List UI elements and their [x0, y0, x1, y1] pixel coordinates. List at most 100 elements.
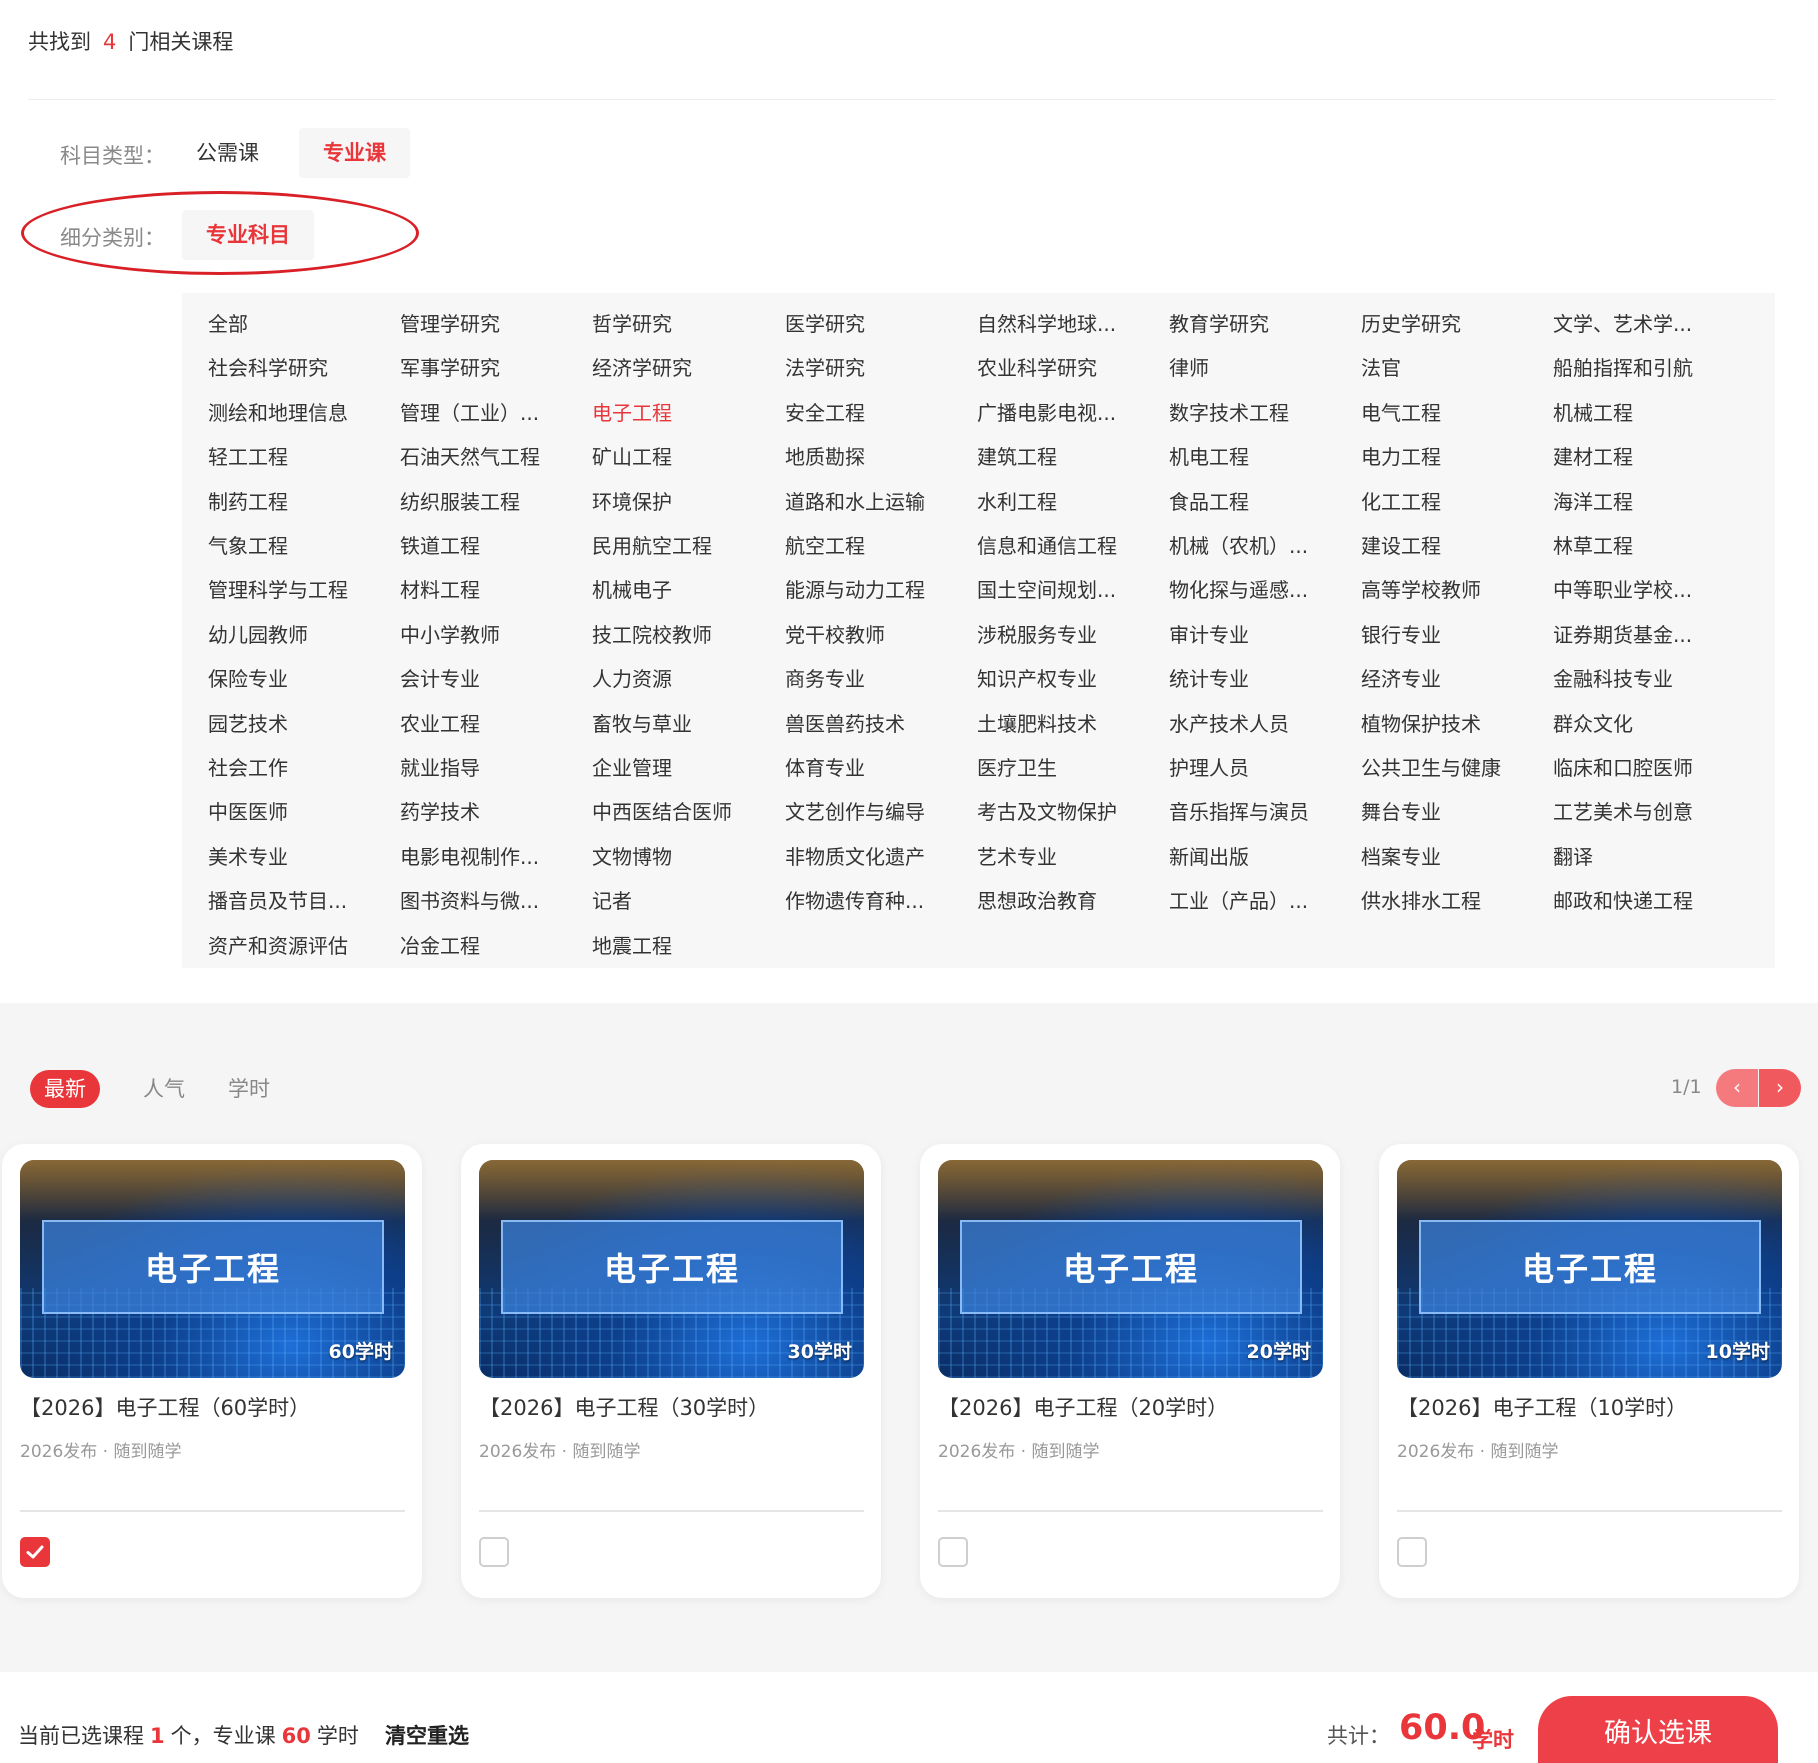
subject-option[interactable]: 幼儿园教师 — [208, 619, 368, 648]
course-title[interactable]: 【2026】电子工程（20学时） — [938, 1392, 1228, 1422]
subject-option[interactable]: 临床和口腔医师 — [1553, 752, 1713, 781]
subject-option[interactable]: 电气工程 — [1361, 397, 1521, 426]
subject-option[interactable]: 图书资料与微... — [400, 885, 560, 914]
subject-option[interactable]: 海洋工程 — [1553, 486, 1713, 515]
course-checkbox[interactable] — [20, 1537, 50, 1567]
subject-option[interactable]: 机械电子 — [592, 574, 752, 603]
subject-option[interactable]: 保险专业 — [208, 663, 368, 692]
subject-option[interactable]: 人力资源 — [592, 663, 752, 692]
subject-option[interactable]: 民用航空工程 — [592, 530, 752, 559]
subject-option[interactable]: 律师 — [1169, 352, 1329, 381]
subject-option[interactable]: 建筑工程 — [977, 441, 1137, 470]
course-card[interactable]: 电子工程 10学时 【2026】电子工程（10学时） 2026发布 · 随到随学 — [1379, 1144, 1799, 1598]
subject-option[interactable]: 艺术专业 — [977, 841, 1137, 870]
course-checkbox[interactable] — [479, 1537, 509, 1567]
subject-option[interactable]: 证券期货基金... — [1553, 619, 1713, 648]
subject-option[interactable]: 经济专业 — [1361, 663, 1521, 692]
subject-option[interactable]: 石油天然气工程 — [400, 441, 560, 470]
course-card[interactable]: 电子工程 30学时 【2026】电子工程（30学时） 2026发布 · 随到随学 — [461, 1144, 881, 1598]
subject-option[interactable]: 管理（工业）... — [400, 397, 560, 426]
subject-option[interactable]: 轻工工程 — [208, 441, 368, 470]
subject-option[interactable]: 气象工程 — [208, 530, 368, 559]
chip-public-course[interactable]: 公需课 — [172, 128, 283, 178]
subject-option[interactable]: 金融科技专业 — [1553, 663, 1713, 692]
chip-professional-course[interactable]: 专业课 — [299, 128, 410, 178]
subject-option[interactable]: 公共卫生与健康 — [1361, 752, 1521, 781]
pager-prev-button[interactable]: ‹ — [1716, 1069, 1758, 1107]
subject-option[interactable]: 工业（产品）... — [1169, 885, 1329, 914]
course-card[interactable]: 电子工程 60学时 【2026】电子工程（60学时） 2026发布 · 随到随学 — [2, 1144, 422, 1598]
confirm-selection-button[interactable]: 确认选课 — [1538, 1696, 1778, 1763]
subject-option[interactable]: 护理人员 — [1169, 752, 1329, 781]
subject-option[interactable]: 考古及文物保护 — [977, 796, 1137, 825]
subject-option[interactable]: 档案专业 — [1361, 841, 1521, 870]
subject-option[interactable]: 药学技术 — [400, 796, 560, 825]
sort-tab-popularity[interactable]: 人气 — [143, 1070, 185, 1108]
subject-option[interactable]: 建设工程 — [1361, 530, 1521, 559]
subject-option[interactable]: 体育专业 — [785, 752, 945, 781]
course-card[interactable]: 电子工程 20学时 【2026】电子工程（20学时） 2026发布 · 随到随学 — [920, 1144, 1340, 1598]
subject-option[interactable]: 水利工程 — [977, 486, 1137, 515]
subject-option[interactable]: 美术专业 — [208, 841, 368, 870]
subject-option[interactable]: 广播电影电视... — [977, 397, 1137, 426]
subject-option[interactable]: 电子工程 — [592, 397, 752, 426]
subject-option[interactable]: 商务专业 — [785, 663, 945, 692]
subject-option[interactable]: 邮政和快递工程 — [1553, 885, 1713, 914]
subject-option[interactable]: 管理科学与工程 — [208, 574, 368, 603]
sort-tab-hours[interactable]: 学时 — [228, 1070, 270, 1108]
subject-option[interactable]: 记者 — [592, 885, 752, 914]
subject-option[interactable]: 银行专业 — [1361, 619, 1521, 648]
subject-option[interactable]: 冶金工程 — [400, 930, 560, 959]
subject-option[interactable]: 农业科学研究 — [977, 352, 1137, 381]
subject-option[interactable]: 中医医师 — [208, 796, 368, 825]
subject-option[interactable]: 党干校教师 — [785, 619, 945, 648]
subject-option[interactable]: 机械工程 — [1553, 397, 1713, 426]
subject-option[interactable]: 播音员及节目... — [208, 885, 368, 914]
subject-option[interactable]: 资产和资源评估 — [208, 930, 368, 959]
subject-option[interactable]: 法官 — [1361, 352, 1521, 381]
subject-option[interactable]: 能源与动力工程 — [785, 574, 945, 603]
subject-option[interactable]: 经济学研究 — [592, 352, 752, 381]
subject-option[interactable]: 兽医兽药技术 — [785, 708, 945, 737]
subject-option[interactable]: 作物遗传育种... — [785, 885, 945, 914]
subject-option[interactable]: 中小学教师 — [400, 619, 560, 648]
subject-option[interactable]: 涉税服务专业 — [977, 619, 1137, 648]
subject-option[interactable]: 社会科学研究 — [208, 352, 368, 381]
subject-option[interactable]: 供水排水工程 — [1361, 885, 1521, 914]
subject-option[interactable]: 非物质文化遗产 — [785, 841, 945, 870]
subject-option[interactable]: 企业管理 — [592, 752, 752, 781]
course-title[interactable]: 【2026】电子工程（60学时） — [20, 1392, 310, 1422]
subject-option[interactable]: 测绘和地理信息 — [208, 397, 368, 426]
subject-option[interactable]: 技工院校教师 — [592, 619, 752, 648]
subject-option[interactable]: 社会工作 — [208, 752, 368, 781]
subject-option[interactable]: 审计专业 — [1169, 619, 1329, 648]
subject-option[interactable]: 军事学研究 — [400, 352, 560, 381]
subject-option[interactable]: 统计专业 — [1169, 663, 1329, 692]
subject-option[interactable]: 高等学校教师 — [1361, 574, 1521, 603]
subject-option[interactable]: 航空工程 — [785, 530, 945, 559]
subject-option[interactable]: 建材工程 — [1553, 441, 1713, 470]
subject-option[interactable]: 知识产权专业 — [977, 663, 1137, 692]
subject-option[interactable]: 地震工程 — [592, 930, 752, 959]
subject-option[interactable]: 农业工程 — [400, 708, 560, 737]
subject-option[interactable]: 医学研究 — [785, 308, 945, 337]
subject-option[interactable]: 音乐指挥与演员 — [1169, 796, 1329, 825]
subject-option[interactable]: 自然科学地球... — [977, 308, 1137, 337]
subject-option[interactable]: 环境保护 — [592, 486, 752, 515]
subject-option[interactable]: 铁道工程 — [400, 530, 560, 559]
subject-option[interactable]: 畜牧与草业 — [592, 708, 752, 737]
subject-option[interactable]: 道路和水上运输 — [785, 486, 945, 515]
subject-option[interactable]: 全部 — [208, 308, 368, 337]
subject-option[interactable]: 中等职业学校... — [1553, 574, 1713, 603]
subject-option[interactable]: 医疗卫生 — [977, 752, 1137, 781]
clear-selection-button[interactable]: 清空重选 — [385, 1720, 469, 1750]
subject-option[interactable]: 群众文化 — [1553, 708, 1713, 737]
subject-option[interactable]: 机械（农机）... — [1169, 530, 1329, 559]
subject-option[interactable]: 园艺技术 — [208, 708, 368, 737]
subject-option[interactable]: 机电工程 — [1169, 441, 1329, 470]
subject-option[interactable]: 工艺美术与创意 — [1553, 796, 1713, 825]
subject-option[interactable]: 矿山工程 — [592, 441, 752, 470]
subject-option[interactable]: 翻译 — [1553, 841, 1713, 870]
subject-option[interactable]: 食品工程 — [1169, 486, 1329, 515]
subject-option[interactable]: 文学、艺术学... — [1553, 308, 1713, 337]
